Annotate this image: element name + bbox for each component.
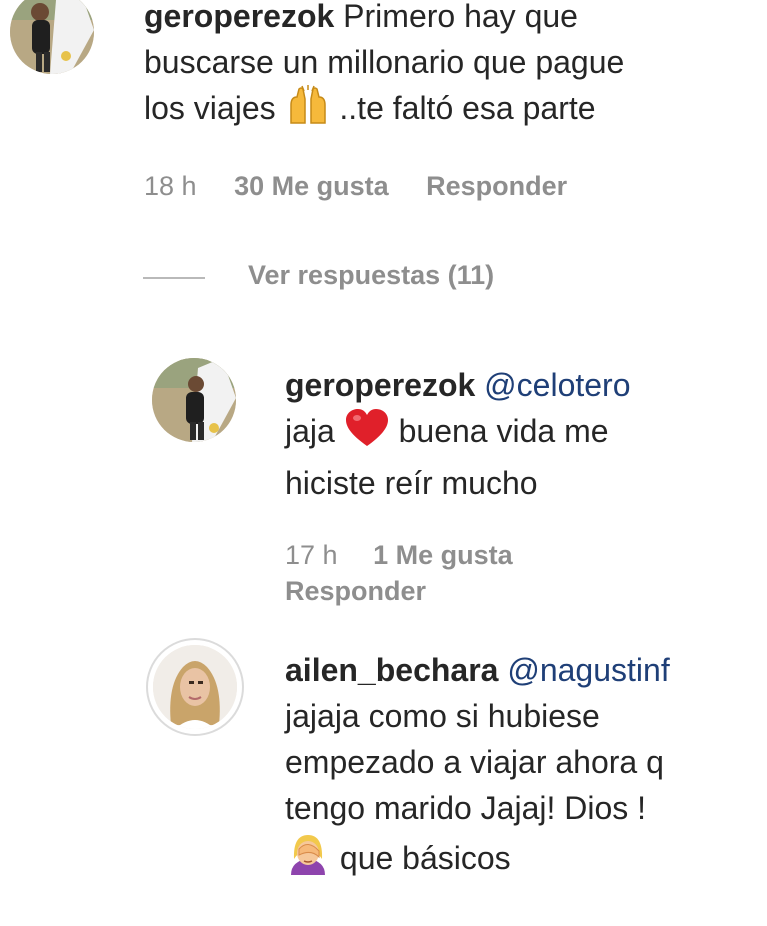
comment-line: geroperezok @celotero [285, 362, 755, 408]
comment-line: ailen_bechara @nagustinf [285, 647, 755, 693]
comment-1: geroperezok Primero hay que buscarse un … [0, 0, 767, 220]
avatar[interactable] [153, 645, 237, 729]
comment-line: jaja buena vida me [285, 408, 755, 460]
view-replies-button[interactable]: Ver respuestas (11) [248, 260, 494, 291]
comment-username[interactable]: ailen_bechara [285, 652, 498, 688]
comment-line: que básicos [285, 831, 755, 887]
comment-meta: 17 h 1 Me gusta [285, 540, 513, 571]
comment-line: tengo marido Jajaj! Dios ! [285, 790, 647, 826]
reply-button[interactable]: Responder [285, 576, 426, 607]
comment-text-part: Primero hay que [343, 0, 578, 34]
comment-text: geroperezok Primero hay que buscarse un … [144, 0, 754, 137]
avatar[interactable] [152, 358, 236, 442]
comment-meta-row2: Responder [285, 576, 426, 607]
comment-text-part: buena vida me [398, 413, 609, 449]
comment-line: geroperezok Primero hay que [144, 0, 754, 39]
comment-text: geroperezok @celotero jaja buena vida me… [285, 362, 755, 506]
avatar[interactable] [10, 0, 94, 74]
comment-text: ailen_bechara @nagustinf jajaja como si … [285, 647, 755, 887]
comment-line: jajaja como si hubiese [285, 698, 600, 734]
comment-text-part: que básicos [339, 840, 511, 876]
reply-comment-2: ailen_bechara @nagustinf jajaja como si … [0, 630, 767, 926]
user-photo-icon [153, 645, 237, 729]
comment-line: buscarse un millonario que pague [144, 44, 625, 80]
comment-username[interactable]: geroperezok [285, 367, 475, 403]
comment-text-part: ..te faltó esa parte [339, 90, 596, 126]
comment-mention[interactable]: @celotero [484, 367, 630, 403]
red-heart-emoji-icon [344, 408, 390, 460]
comment-likes[interactable]: 1 Me gusta [373, 540, 513, 571]
comment-text-part: los viajes [144, 90, 276, 126]
comment-line: los viajes ..te faltó esa parte [144, 85, 754, 137]
user-photo-icon [10, 0, 94, 74]
comment-likes[interactable]: 30 Me gusta [234, 171, 389, 202]
user-photo-icon [152, 358, 236, 442]
raising-hands-emoji-icon [285, 85, 331, 137]
comment-line: hiciste reír mucho [285, 465, 538, 501]
comment-meta: 18 h 30 Me gusta Responder [144, 171, 567, 202]
woman-facepalming-emoji-icon [285, 831, 331, 887]
comment-username[interactable]: geroperezok [144, 0, 334, 34]
comment-time: 18 h [144, 171, 197, 201]
comment-line: empezado a viajar ahora q [285, 744, 664, 780]
reply-button[interactable]: Responder [426, 171, 567, 202]
replies-divider [143, 277, 205, 279]
comment-text-part: jaja [285, 413, 335, 449]
comment-mention[interactable]: @nagustinf [507, 652, 669, 688]
reply-comment-1: geroperezok @celotero jaja buena vida me… [0, 340, 767, 620]
comment-time: 17 h [285, 540, 338, 570]
